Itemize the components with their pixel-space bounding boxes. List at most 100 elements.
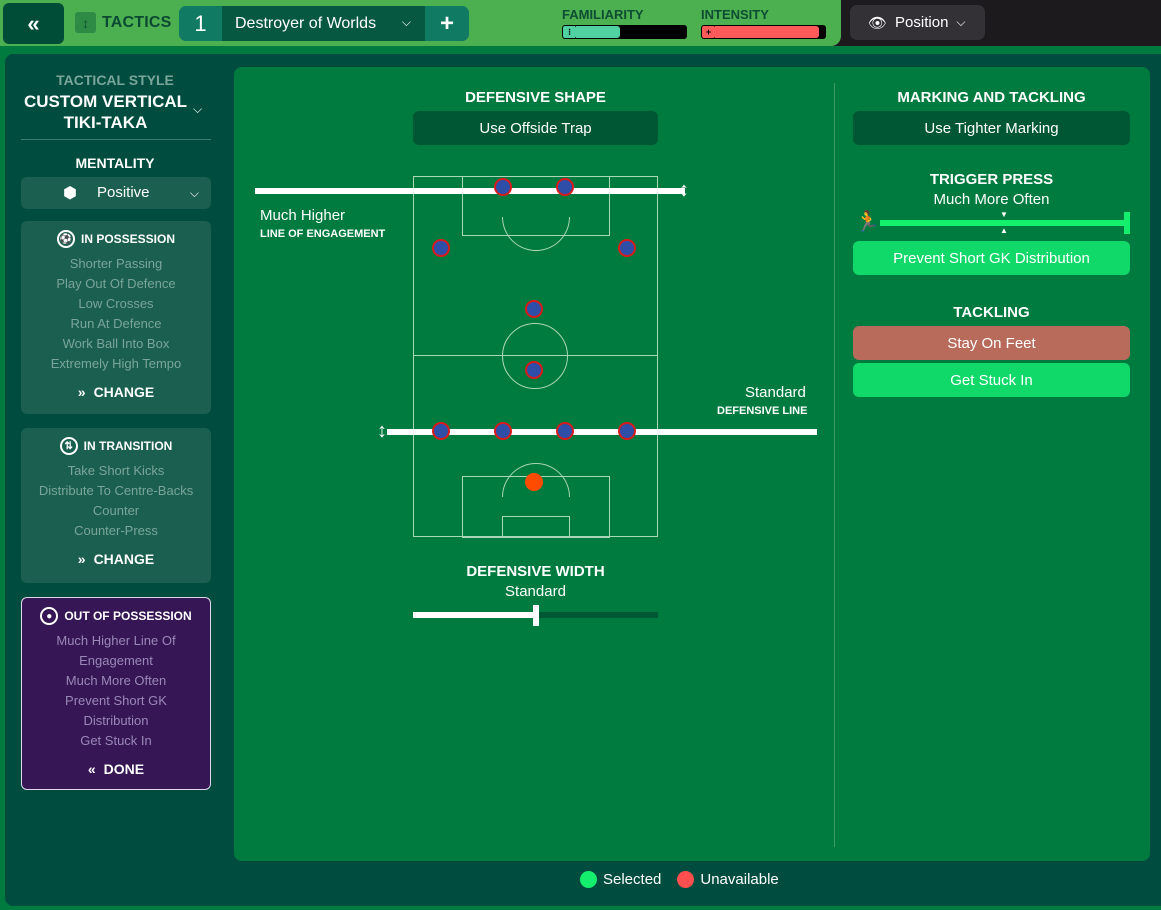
defensive-width-title: DEFENSIVE WIDTH [466,563,605,580]
player-marker[interactable] [556,178,574,196]
defensive-shape-title: DEFENSIVE SHAPE [465,89,606,106]
player-marker[interactable] [556,422,574,440]
eye-icon: 👁 [868,14,888,32]
double-chevron-left-icon: « [27,10,40,36]
marking-and-tackling-title: MARKING AND TACKLING [897,89,1086,106]
tactic-slot-number[interactable]: 1 [179,6,222,41]
penalty-arc-top [502,217,570,251]
intensity-fill [715,26,819,38]
line-of-engagement-value: Much Higher [260,207,346,224]
intensity-label: INTENSITY [701,7,769,22]
intensity-meter[interactable]: + [701,25,826,39]
instruction-item: Get Stuck In [80,733,152,748]
drag-handle-vertical-icon[interactable]: ↕ [679,180,689,200]
running-player-icon: 🏃 [855,211,880,233]
view-selector-value: Position [895,14,949,31]
tactics-icon: ↕ [75,12,96,33]
done-label: DONE [103,761,145,777]
mentality-shield-icon: ⬢ [63,185,77,202]
instruction-item: Engagement [79,653,153,668]
defensive-line-caption: DEFENSIVE LINE [717,405,808,417]
trigger-press-title: TRIGGER PRESS [929,171,1054,188]
drag-handle-vertical-icon[interactable]: ↕ [377,421,387,441]
instruction-item: Take Short Kicks [67,463,165,478]
double-chevron-left-icon: « [87,761,96,777]
instruction-list: Much Higher Line Of Engagement Much More O… [22,631,210,751]
use-offside-trap-button[interactable]: Use Offside Trap [413,111,658,145]
get-stuck-in-button[interactable]: Get Stuck In [853,363,1130,397]
chevron-down-icon: ⌵ [401,15,411,29]
top-bar: « ↕ TACTICS 1 Destroyer of Worlds ⌵ + FA… [0,0,841,46]
centre-circle [502,323,568,389]
goalkeeper-marker[interactable] [525,473,543,491]
instruction-item: Shorter Passing [69,256,163,271]
defensive-width-fill [413,612,536,618]
instruction-item: Counter-Press [74,523,158,538]
in-transition-card[interactable]: ⇅ IN TRANSITION Take Short Kicks Distribu… [21,428,211,583]
player-marker[interactable] [618,422,636,440]
selected-dot-icon [580,871,597,888]
tactical-style-label: TACTICAL STYLE [56,72,174,88]
defensive-line-value: Standard [745,384,806,401]
divider [21,139,211,140]
change-button[interactable]: » CHANGE [21,551,211,567]
default-marker-down-icon: ▼ [1000,210,1008,219]
done-button[interactable]: « DONE [22,761,210,777]
mentality-label: MENTALITY [75,155,155,171]
tackling-title: TACKLING [953,304,1030,321]
six-yard-box-bottom [502,516,570,538]
out-of-possession-card[interactable]: ● OUT OF POSSESSION Much Higher Line Of E… [21,597,211,790]
player-marker[interactable] [618,239,636,257]
stay-on-feet-button[interactable]: Stay On Feet [853,326,1130,360]
default-marker-up-icon: ▲ [1000,226,1008,235]
mentality-value: Positive [97,184,150,201]
legend-selected-label: Selected [603,871,662,888]
back-button[interactable]: « [3,3,64,44]
column-divider [834,83,835,847]
card-title: OUT OF POSSESSION [64,609,192,623]
tactical-style-dropdown[interactable]: CUSTOM VERTICAL TIKI-TAKA [18,91,193,133]
intensity-icon: + [702,26,715,38]
chevron-down-icon[interactable]: ⌵ [193,102,202,117]
transition-icon: ⇅ [59,437,78,455]
player-marker[interactable] [525,361,543,379]
legend: Selected Unavailable [580,871,779,888]
player-marker[interactable] [432,422,450,440]
chevron-down-icon: ⌵ [956,15,966,29]
player-marker[interactable] [432,239,450,257]
add-tactic-button[interactable]: + [425,6,469,41]
familiarity-meter[interactable]: ⁝ [562,25,687,39]
view-selector-dropdown[interactable]: 👁 Position ⌵ [850,5,985,40]
instruction-item: Much Higher Line Of [56,633,176,648]
change-button[interactable]: » CHANGE [21,384,211,400]
instruction-list: Take Short Kicks Distribute To Centre-Bac… [21,461,211,541]
line-of-engagement[interactable] [255,188,685,194]
double-chevron-right-icon: » [77,384,86,400]
defensive-width-thumb[interactable] [532,605,539,626]
plus-icon: + [439,9,454,37]
double-chevron-right-icon: » [77,551,86,567]
instruction-item: Counter [92,503,140,518]
instruction-item: Low Crosses [78,296,154,311]
instruction-item: Run At Defence [70,316,162,331]
instruction-item: Extremely High Tempo [50,356,182,371]
defensive-line[interactable] [387,429,817,435]
tactic-selector: 1 Destroyer of Worlds ⌵ + [179,6,469,41]
player-marker[interactable] [525,300,543,318]
tactic-name: Destroyer of Worlds [235,14,377,32]
familiarity-fill [576,26,620,38]
in-possession-card[interactable]: ⚽ IN POSSESSION Shorter Passing Play Out … [21,221,211,414]
change-label: CHANGE [93,551,155,567]
section-title: TACTICS [102,14,172,31]
player-marker[interactable] [494,178,512,196]
use-tighter-marking-button[interactable]: Use Tighter Marking [853,111,1130,145]
card-title: IN TRANSITION [83,439,173,453]
mentality-dropdown[interactable]: ⬢ Positive ⌵ [21,177,211,209]
unavailable-dot-icon [677,871,695,888]
tactic-name-dropdown[interactable]: Destroyer of Worlds ⌵ [222,6,425,41]
instruction-item: Much More Often [65,673,167,688]
player-marker[interactable] [494,422,512,440]
prevent-short-gk-distribution-button[interactable]: Prevent Short GK Distribution [853,241,1130,275]
trigger-press-thumb[interactable] [1124,212,1130,234]
instruction-item: Play Out Of Defence [56,276,176,291]
